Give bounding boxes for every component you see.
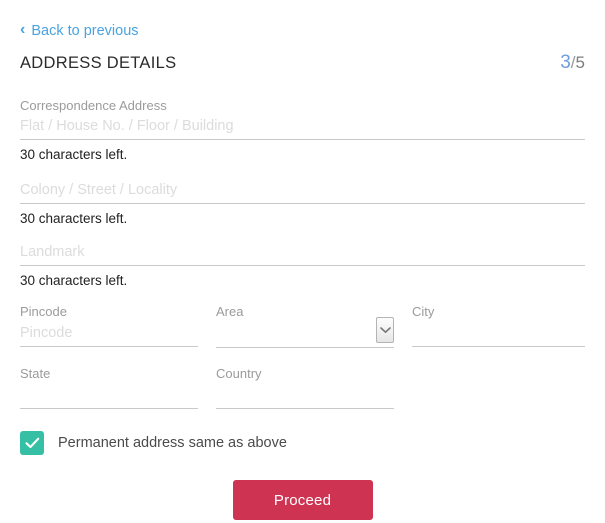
permanent-address-checkbox[interactable] bbox=[20, 431, 44, 455]
state-country-row-spacer bbox=[412, 366, 585, 409]
title-row: ADDRESS DETAILS 3/5 bbox=[20, 52, 585, 74]
state-field: State bbox=[20, 366, 198, 409]
city-input[interactable] bbox=[412, 325, 585, 347]
address-line-2-helper: 30 characters left. bbox=[20, 211, 128, 226]
back-link-label: Back to previous bbox=[31, 23, 139, 39]
correspondence-address-label: Correspondence Address bbox=[20, 98, 167, 113]
address-line-1-helper: 30 characters left. bbox=[20, 147, 128, 162]
check-icon bbox=[24, 437, 39, 449]
pincode-field: Pincode bbox=[20, 304, 198, 348]
state-label: State bbox=[20, 366, 51, 381]
address-line-3-field: 30 characters left. bbox=[20, 244, 585, 290]
address-details-page: ‹ Back to previous ADDRESS DETAILS 3/5 C… bbox=[0, 0, 605, 523]
country-field: Country bbox=[216, 366, 394, 409]
address-line-1-field: Correspondence Address 30 characters lef… bbox=[20, 98, 585, 164]
state-input[interactable] bbox=[20, 387, 198, 409]
step-counter: 3/5 bbox=[560, 52, 585, 74]
address-line-2-field: 30 characters left. bbox=[20, 182, 585, 228]
step-total: 5 bbox=[575, 53, 585, 72]
pincode-label: Pincode bbox=[20, 304, 67, 319]
country-input[interactable] bbox=[216, 387, 394, 409]
landmark-helper: 30 characters left. bbox=[20, 273, 128, 288]
area-field: Area bbox=[216, 304, 394, 348]
proceed-button-row: Proceed bbox=[0, 480, 605, 520]
permanent-address-checkbox-row[interactable]: Permanent address same as above bbox=[20, 431, 287, 455]
address-line-2-input[interactable] bbox=[20, 182, 585, 204]
pincode-area-city-row: Pincode Area City bbox=[20, 304, 585, 348]
city-field: City bbox=[412, 304, 585, 348]
permanent-address-checkbox-label: Permanent address same as above bbox=[58, 435, 287, 451]
country-label: Country bbox=[216, 366, 262, 381]
state-country-row: State Country bbox=[20, 366, 585, 409]
area-select-input[interactable] bbox=[216, 325, 394, 348]
proceed-button[interactable]: Proceed bbox=[232, 480, 373, 520]
landmark-input[interactable] bbox=[20, 244, 585, 266]
chevron-down-icon[interactable] bbox=[376, 317, 394, 343]
back-to-previous-link[interactable]: ‹ Back to previous bbox=[20, 22, 139, 40]
area-select-wrap bbox=[216, 317, 394, 348]
page-title: ADDRESS DETAILS bbox=[20, 54, 177, 72]
city-label: City bbox=[412, 304, 435, 319]
area-label: Area bbox=[216, 304, 244, 319]
pincode-input[interactable] bbox=[20, 325, 198, 347]
step-current: 3 bbox=[560, 52, 571, 73]
address-line-1-input[interactable] bbox=[20, 118, 585, 140]
chevron-left-icon: ‹ bbox=[20, 21, 26, 38]
